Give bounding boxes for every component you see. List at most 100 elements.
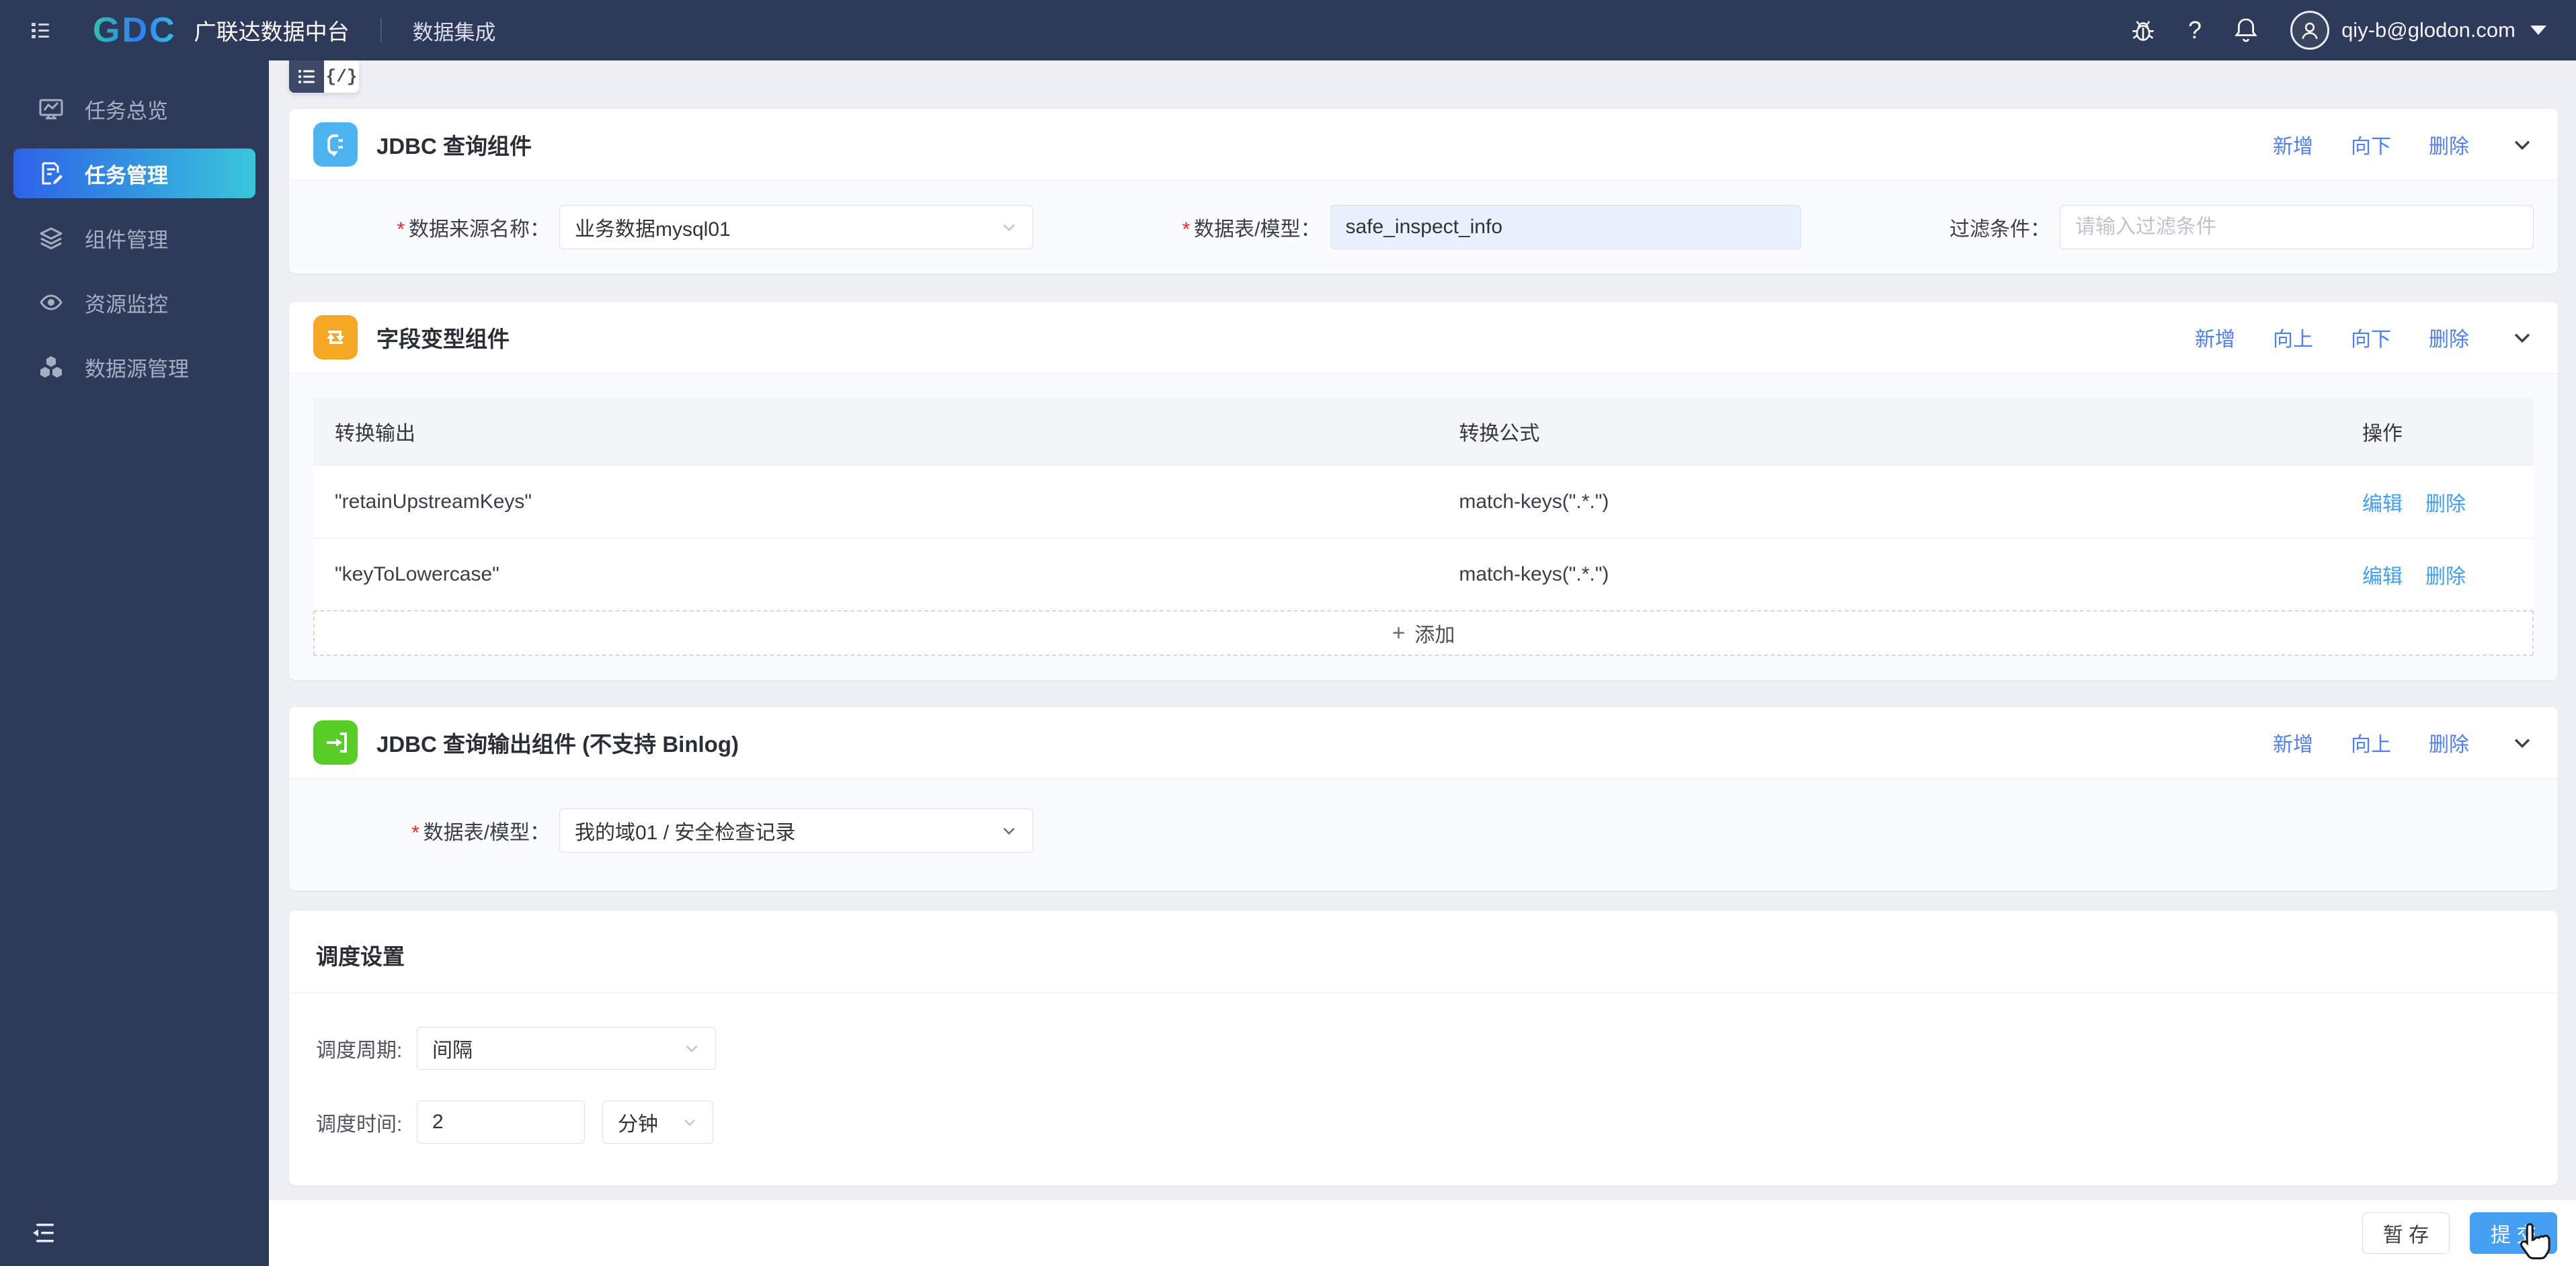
- add-label: 添加: [1414, 624, 1455, 646]
- schedule-period-value: 间隔: [432, 1040, 473, 1062]
- transform-output-cell: "keyToLowercase": [335, 562, 499, 585]
- plus-icon: +: [1392, 620, 1406, 646]
- column-header-formula: 转换公式: [1459, 423, 1540, 445]
- jdbc-query-card: JDBC 查询组件 新增 向下 删除 *数据来源名称： 业务数据mysql01: [289, 109, 2558, 273]
- add-link[interactable]: 新增: [2273, 728, 2313, 757]
- layers-icon: [40, 227, 63, 249]
- chevron-down-icon: [1003, 827, 1015, 835]
- main-content: {/} JDBC 查询组件 新增 向下 删除 * 数据来源名称： 业务数据mys…: [269, 60, 2576, 1266]
- sidebar-item-resource-monitor[interactable]: 资源监控: [0, 270, 269, 335]
- collapse-chevron-icon[interactable]: [2511, 133, 2534, 156]
- form-view-button[interactable]: [289, 60, 324, 93]
- card-title: 字段变型组件: [376, 327, 510, 351]
- filter-label: 过滤条件：: [1949, 218, 2050, 241]
- edit-row-link[interactable]: 编辑: [2362, 487, 2403, 517]
- transform-table-header: 转换输出 转换公式 操作: [313, 398, 2534, 465]
- help-icon[interactable]: ?: [2188, 16, 2202, 44]
- table-model-label: * 数据表/模型：: [1182, 218, 1321, 241]
- sidebar-item-task-overview[interactable]: 任务总览: [0, 77, 269, 141]
- schedule-unit-select[interactable]: 分钟: [602, 1101, 713, 1144]
- card-title: JDBC 查询组件: [376, 134, 532, 159]
- schedule-time-input[interactable]: [417, 1101, 585, 1144]
- output-table-model-select[interactable]: 我的域01 / 安全检查记录: [559, 808, 1033, 853]
- chevron-down-icon: [686, 1045, 698, 1053]
- user-avatar[interactable]: [2290, 11, 2330, 50]
- sidebar-item-label: 数据源管理: [85, 357, 189, 381]
- sidebar-item-label: 组件管理: [85, 228, 168, 252]
- add-link[interactable]: 新增: [2195, 323, 2235, 352]
- collapse-chevron-icon[interactable]: [2511, 731, 2534, 754]
- gdc-logo: GDC: [93, 11, 177, 50]
- delete-row-link[interactable]: 删除: [2425, 560, 2466, 589]
- notifications-bell-icon[interactable]: [2232, 16, 2259, 44]
- filter-condition-input[interactable]: [2060, 205, 2534, 249]
- schedule-time-label: 调度时间:: [316, 1113, 403, 1136]
- table-row: "retainUpstreamKeys" match-keys(".*.") 编…: [313, 465, 2534, 538]
- schedule-settings-title: 调度设置: [289, 911, 2558, 993]
- add-link[interactable]: 新增: [2273, 130, 2313, 159]
- topbar-divider: [380, 18, 382, 42]
- eye-icon: [40, 294, 63, 310]
- output-table-model-label: * 数据表/模型：: [411, 822, 550, 844]
- move-up-link[interactable]: 向上: [2273, 323, 2313, 352]
- schedule-period-select[interactable]: 间隔: [417, 1027, 716, 1070]
- required-asterisk: *: [411, 822, 419, 844]
- move-down-link[interactable]: 向下: [2351, 130, 2391, 159]
- table-model-input[interactable]: [1330, 205, 1801, 249]
- chevron-down-icon: [1003, 224, 1015, 232]
- user-email[interactable]: qiy-b@glodon.com: [2341, 18, 2515, 42]
- product-title: 广联达数据中台: [194, 19, 350, 44]
- move-down-link[interactable]: 向下: [2351, 323, 2391, 352]
- sidebar-item-datasource-management[interactable]: 数据源管理: [0, 335, 269, 399]
- view-mode-toggle: {/}: [289, 60, 359, 93]
- sidebar-item-label: 任务管理: [85, 163, 168, 187]
- cards-container: JDBC 查询组件 新增 向下 删除 *数据来源名称： 业务数据mysql01: [269, 109, 2576, 1185]
- dashboard-chart-icon: [39, 99, 63, 120]
- field-transform-component-icon: [313, 315, 358, 360]
- source-name-select[interactable]: 业务数据mysql01: [559, 205, 1033, 249]
- sidebar-collapse-icon[interactable]: [31, 1222, 58, 1244]
- json-view-button[interactable]: {/}: [324, 60, 359, 93]
- submit-button[interactable]: 提 交: [2470, 1212, 2557, 1259]
- source-name-label: * 数据来源名称：: [397, 218, 550, 241]
- sidebar-item-component-management[interactable]: 组件管理: [0, 206, 269, 270]
- app-name: 数据集成: [412, 20, 496, 44]
- sidebar-item-label: 资源监控: [85, 292, 168, 316]
- column-header-actions: 操作: [2362, 423, 2403, 445]
- jdbc-query-component-icon: [313, 122, 358, 167]
- user-menu-caret-icon[interactable]: [2530, 26, 2546, 35]
- move-up-link[interactable]: 向上: [2351, 728, 2391, 757]
- transform-formula-cell: match-keys(".*."): [1459, 562, 1609, 585]
- save-draft-button[interactable]: 暂 存: [2362, 1212, 2450, 1254]
- required-asterisk: *: [397, 218, 405, 241]
- jdbc-output-component-icon: [313, 720, 358, 765]
- task-edit-icon: [42, 162, 63, 185]
- transform-output-cell: "retainUpstreamKeys": [335, 490, 532, 513]
- transform-formula-cell: match-keys(".*."): [1459, 490, 1609, 513]
- list-view-icon: [298, 70, 315, 83]
- main-menu-icon[interactable]: [28, 18, 52, 42]
- field-transform-card: 字段变型组件 新增 向上 向下 删除 转换输出 转换公式 操作 "retainU…: [289, 302, 2558, 680]
- jdbc-output-card: JDBC 查询输出组件 (不支持 Binlog) 新增 向上 删除 * 数据表/模…: [289, 707, 2558, 890]
- column-header-output: 转换输出: [335, 423, 415, 445]
- bug-report-icon[interactable]: [2129, 16, 2157, 44]
- delete-link[interactable]: 删除: [2429, 130, 2469, 159]
- schedule-period-label: 调度周期:: [316, 1040, 403, 1062]
- source-name-value: 业务数据mysql01: [575, 218, 731, 241]
- schedule-unit-value: 分钟: [618, 1113, 658, 1136]
- table-row: "keyToLowercase" match-keys(".*.") 编辑 删除: [313, 538, 2534, 610]
- delete-row-link[interactable]: 删除: [2425, 487, 2466, 517]
- sidebar-item-task-management[interactable]: 任务管理: [13, 149, 255, 198]
- delete-link[interactable]: 删除: [2429, 728, 2469, 757]
- required-asterisk: *: [1182, 218, 1191, 241]
- output-table-model-value: 我的域01 / 安全检查记录: [575, 822, 796, 844]
- footer-action-bar: 暂 存 提 交: [269, 1199, 2576, 1266]
- add-transform-button[interactable]: + 添加: [313, 610, 2534, 656]
- schedule-settings-card: 调度设置 调度周期: 间隔 调度时间: 分钟: [289, 911, 2558, 1185]
- collapse-chevron-icon[interactable]: [2511, 326, 2534, 349]
- edit-row-link[interactable]: 编辑: [2362, 560, 2403, 589]
- delete-link[interactable]: 删除: [2429, 323, 2469, 352]
- sidebar: 任务总览 任务管理 组件管理 资源监控 数据源管理: [0, 60, 269, 1266]
- sidebar-item-label: 任务总览: [85, 99, 168, 123]
- chevron-down-icon: [684, 1120, 695, 1126]
